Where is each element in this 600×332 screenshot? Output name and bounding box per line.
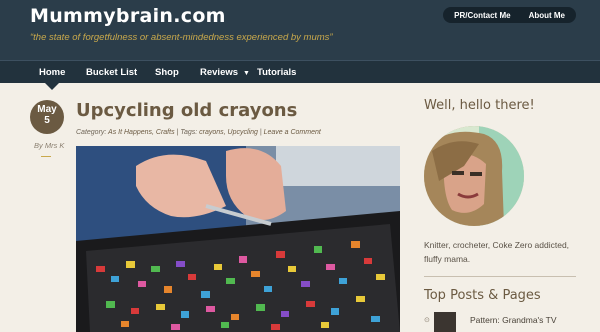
byline-divider: [41, 156, 51, 157]
nav-item-tutorials[interactable]: Tutorials: [257, 67, 296, 78]
nav-item-shop[interactable]: Shop: [155, 67, 179, 78]
chevron-down-icon: ▼: [243, 70, 250, 77]
top-post-link[interactable]: Pattern: Grandma's TV: [470, 315, 557, 325]
post-date-day: 5: [44, 115, 50, 126]
sidebar-greeting: Well, hello there!: [424, 98, 535, 113]
author-bio: Knitter, crocheter, Coke Zero addicted, …: [424, 240, 570, 264]
sidebar-divider: [424, 276, 576, 277]
top-post-thumbnail[interactable]: [434, 312, 456, 332]
top-posts-heading: Top Posts & Pages: [424, 288, 541, 303]
site-tagline: “the state of forgetfulness or absent-mi…: [30, 32, 333, 43]
crayon-chopping-photo-icon[interactable]: [76, 146, 400, 332]
pr-contact-button[interactable]: PR/Contact Me: [445, 11, 519, 20]
meta-separator: |: [176, 129, 179, 136]
top-post-bullet-icon: ⊙: [424, 317, 430, 324]
post-date-month: May: [37, 104, 57, 115]
site-header: Mummybrain.com “the state of forgetfulne…: [0, 0, 600, 60]
nav-item-reviews[interactable]: Reviews ▼: [200, 67, 250, 78]
post-byline[interactable]: By Mrs K: [34, 141, 64, 150]
post-title[interactable]: Upcycling old crayons: [76, 100, 297, 121]
leave-comment-link[interactable]: Leave a Comment: [264, 129, 321, 136]
header-button-group: PR/Contact Me About Me: [443, 7, 576, 23]
category-label: Category:: [76, 129, 107, 136]
nav-item-reviews-label: Reviews: [200, 67, 239, 78]
main-nav: Home Bucket List Shop Reviews ▼ Tutorials: [0, 60, 600, 83]
meta-separator-2: |: [259, 129, 262, 136]
category-links[interactable]: As It Happens, Crafts: [108, 129, 175, 136]
about-me-button[interactable]: About Me: [520, 11, 574, 20]
site-title[interactable]: Mummybrain.com: [30, 5, 226, 27]
post-date-badge: May 5: [30, 100, 64, 134]
post-meta: Category: As It Happens, Crafts | Tags: …: [76, 129, 321, 136]
nav-item-bucket-list[interactable]: Bucket List: [86, 67, 137, 78]
nav-item-home[interactable]: Home: [39, 67, 65, 78]
profile-photo-icon: [424, 126, 524, 226]
tags-label: Tags:: [180, 129, 198, 136]
tag-links[interactable]: crayons, Upcycling: [199, 129, 258, 136]
active-nav-pointer: [45, 83, 59, 90]
